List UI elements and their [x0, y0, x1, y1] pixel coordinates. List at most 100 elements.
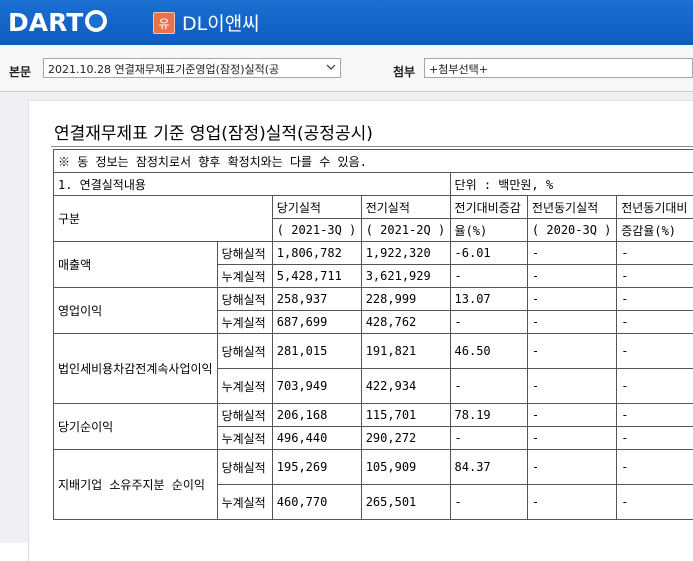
market-badge: 유	[153, 12, 175, 34]
table-row: 1. 연결실적내용 단위 : 백만원, %	[54, 173, 693, 196]
header-yoy-unit: 증감율(%)	[617, 219, 693, 242]
company-name: DL이앤씨	[182, 9, 260, 36]
value-cell: 195,269	[272, 450, 361, 485]
period-label: 당해실적	[217, 450, 272, 485]
period-label: 누계실적	[217, 265, 272, 288]
value-cell: 78.19	[450, 404, 527, 427]
attach-select[interactable]: +첨부선택+	[424, 58, 693, 78]
header-previous-period: ( 2021-2Q )	[361, 219, 450, 242]
value-cell: 206,168	[272, 404, 361, 427]
period-label: 누계실적	[217, 311, 272, 334]
logo-text: DART	[8, 8, 83, 37]
value-cell: 460,770	[272, 485, 361, 520]
value-cell: -	[617, 485, 693, 520]
value-cell: 191,821	[361, 334, 450, 369]
value-cell: -	[617, 288, 693, 311]
period-label: 당해실적	[217, 288, 272, 311]
value-cell: -	[527, 485, 616, 520]
period-label: 누계실적	[217, 427, 272, 450]
value-cell: -	[527, 369, 616, 404]
chevron-down-icon	[326, 62, 336, 72]
notice-cell: ※ 동 정보는 잠정치로서 향후 확정치와는 다를 수 있음.	[54, 150, 693, 173]
attach-select-value: +첨부선택+	[429, 63, 488, 76]
value-cell: -	[527, 334, 616, 369]
header-yoy-prev-period: ( 2020-3Q )	[527, 219, 616, 242]
row-item-label: 지배기업 소유주지분 순이익	[54, 450, 218, 520]
value-cell: 228,999	[361, 288, 450, 311]
value-cell: -	[617, 450, 693, 485]
section-cell: 1. 연결실적내용	[54, 173, 451, 196]
row-item-label: 당기순이익	[54, 404, 218, 450]
value-cell: -	[450, 485, 527, 520]
period-label: 당해실적	[217, 242, 272, 265]
table-row: 법인세비용차감전계속사업이익 당해실적 281,015 191,821 46.5…	[54, 334, 693, 369]
value-cell: 105,909	[361, 450, 450, 485]
header-previous: 전기실적	[361, 196, 450, 219]
value-cell: -	[527, 311, 616, 334]
period-label: 당해실적	[217, 334, 272, 369]
value-cell: 115,701	[361, 404, 450, 427]
header-current: 당기실적	[272, 196, 361, 219]
title-divider	[51, 146, 693, 147]
table-row: 영업이익 당해실적 258,937 228,999 13.07 - -	[54, 288, 693, 311]
header-current-period: ( 2021-3Q )	[272, 219, 361, 242]
header-yoy-prev: 전년동기실적	[527, 196, 616, 219]
app-header: DART 유 DL이앤씨	[0, 0, 693, 45]
unit-cell: 단위 : 백만원, %	[450, 173, 693, 196]
document-viewer[interactable]: 연결재무제표 기준 영업(잠정)실적(공정공시) ※ 동 정보는 잠정치로서 향…	[0, 92, 693, 543]
value-cell: 13.07	[450, 288, 527, 311]
value-cell: 84.37	[450, 450, 527, 485]
value-cell: -	[617, 427, 693, 450]
value-cell: 46.50	[450, 334, 527, 369]
value-cell: -	[527, 450, 616, 485]
row-item-label: 영업이익	[54, 288, 218, 334]
results-table: ※ 동 정보는 잠정치로서 향후 확정치와는 다를 수 있음. 1. 연결실적내…	[53, 149, 693, 520]
main-doc-select-value: 2021.10.28 연결재무제표기준영업(잠정)실적(공	[48, 63, 279, 76]
value-cell: -	[527, 242, 616, 265]
value-cell: 1,922,320	[361, 242, 450, 265]
table-row: 구분 당기실적 전기실적 전기대비증감 전년동기실적 전년동기대비	[54, 196, 693, 219]
table-row: 당기순이익 당해실적 206,168 115,701 78.19 - -	[54, 404, 693, 427]
dart-logo[interactable]: DART	[8, 7, 107, 37]
value-cell: 496,440	[272, 427, 361, 450]
value-cell: -	[527, 288, 616, 311]
value-cell: -	[450, 265, 527, 288]
header-qoq-unit: 율(%)	[450, 219, 527, 242]
table-row: ※ 동 정보는 잠정치로서 향후 확정치와는 다를 수 있음.	[54, 150, 693, 173]
document-page: 연결재무제표 기준 영업(잠정)실적(공정공시) ※ 동 정보는 잠정치로서 향…	[28, 100, 693, 561]
value-cell: -	[617, 404, 693, 427]
value-cell: 687,699	[272, 311, 361, 334]
main-doc-label: 본문	[9, 63, 31, 80]
header-category: 구분	[54, 196, 273, 242]
row-item-label: 법인세비용차감전계속사업이익	[54, 334, 218, 404]
value-cell: -	[617, 265, 693, 288]
period-label: 누계실적	[217, 485, 272, 520]
value-cell: -	[527, 265, 616, 288]
value-cell: 281,015	[272, 334, 361, 369]
value-cell: -	[450, 311, 527, 334]
logo-globe-icon	[85, 10, 107, 32]
document-title: 연결재무제표 기준 영업(잠정)실적(공정공시)	[54, 119, 373, 144]
header-qoq: 전기대비증감	[450, 196, 527, 219]
value-cell: -	[527, 427, 616, 450]
value-cell: 1,806,782	[272, 242, 361, 265]
value-cell: -	[527, 404, 616, 427]
value-cell: 258,937	[272, 288, 361, 311]
document-toolbar: 본문 2021.10.28 연결재무제표기준영업(잠정)실적(공 첨부 +첨부선…	[0, 45, 693, 92]
value-cell: 5,428,711	[272, 265, 361, 288]
value-cell: 703,949	[272, 369, 361, 404]
row-item-label: 매출액	[54, 242, 218, 288]
main-doc-select[interactable]: 2021.10.28 연결재무제표기준영업(잠정)실적(공	[43, 58, 341, 78]
value-cell: 290,272	[361, 427, 450, 450]
attach-label: 첨부	[393, 63, 415, 80]
value-cell: -	[617, 334, 693, 369]
period-label: 당해실적	[217, 404, 272, 427]
period-label: 누계실적	[217, 369, 272, 404]
value-cell: 3,621,929	[361, 265, 450, 288]
value-cell: -	[617, 369, 693, 404]
value-cell: 428,762	[361, 311, 450, 334]
header-yoy: 전년동기대비	[617, 196, 693, 219]
value-cell: -	[450, 427, 527, 450]
value-cell: -6.01	[450, 242, 527, 265]
value-cell: -	[617, 311, 693, 334]
